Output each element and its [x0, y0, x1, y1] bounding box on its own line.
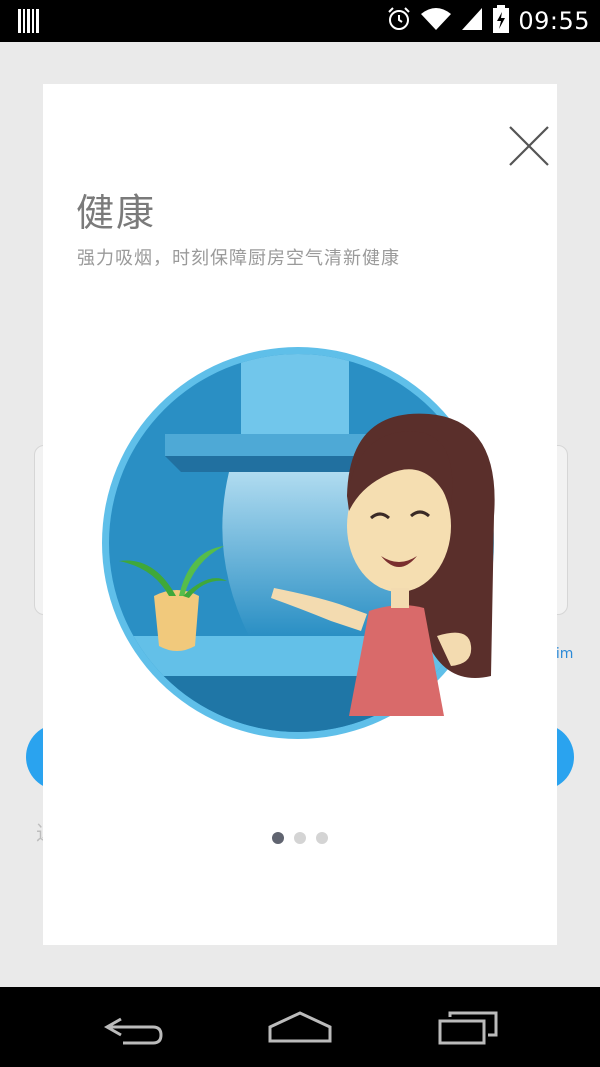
recents-button[interactable]: [428, 1005, 508, 1049]
clock: 09:55: [518, 7, 590, 35]
page-subtitle: 强力吸烟，时刻保障厨房空气清新健康: [77, 248, 400, 269]
status-bar: 09:55: [0, 0, 600, 42]
page-dot[interactable]: [294, 832, 306, 844]
navigation-bar: [0, 987, 600, 1067]
intro-dialog: 健康 强力吸烟，时刻保障厨房空气清新健康: [43, 84, 557, 945]
page-dot[interactable]: [316, 832, 328, 844]
alarm-icon: [386, 6, 412, 36]
page-dot[interactable]: [272, 832, 284, 844]
signal-icon: [460, 6, 484, 36]
barcode-icon: [18, 9, 40, 37]
close-icon: [509, 126, 549, 166]
home-icon: [268, 1011, 332, 1043]
back-icon: [103, 1017, 163, 1045]
wifi-icon: [420, 6, 452, 36]
kitchen-illustration: [99, 346, 509, 746]
back-button[interactable]: [93, 1005, 173, 1049]
home-button[interactable]: [260, 1005, 340, 1049]
battery-charging-icon: [492, 5, 510, 37]
page-title: 健康: [76, 191, 157, 235]
recents-icon: [438, 1011, 498, 1045]
page-indicator: [43, 832, 557, 844]
close-button[interactable]: [507, 124, 551, 168]
